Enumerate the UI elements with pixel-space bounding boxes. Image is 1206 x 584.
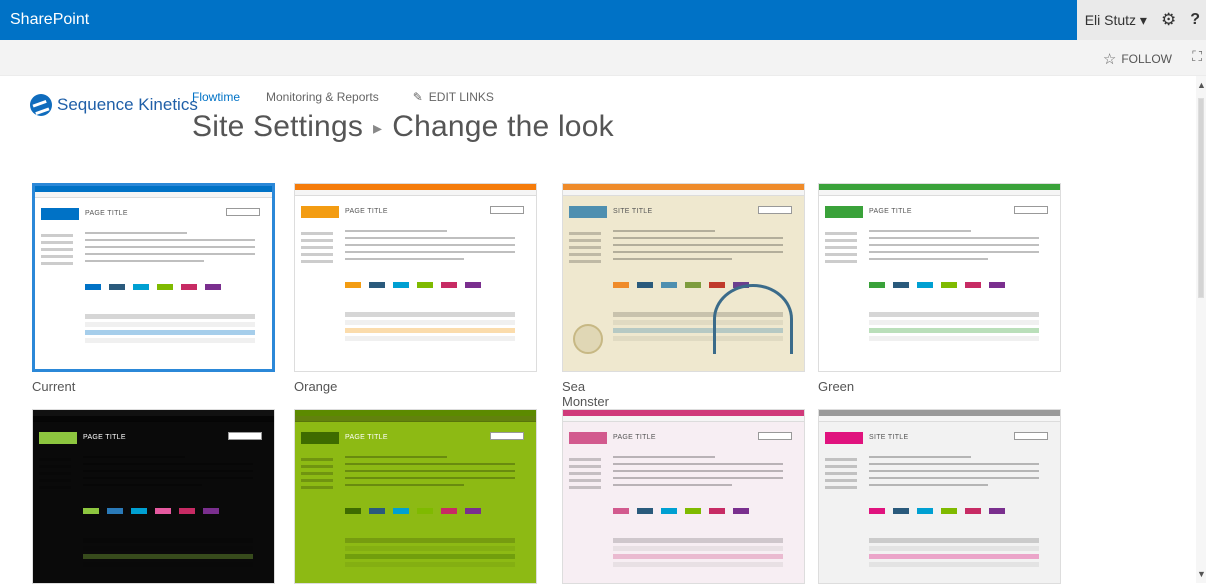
look-preview: SITE TITLE: [563, 184, 804, 371]
look-preview: PAGE TITLE: [35, 186, 272, 369]
suite-bar: SharePoint Eli Stutz ▾ ⚙ ?: [0, 0, 1206, 40]
look-name-label[interactable]: Orange: [294, 379, 337, 394]
preview-page-title: PAGE TITLE: [345, 434, 388, 441]
look-thumbnail[interactable]: PAGE TITLE: [562, 409, 805, 584]
preview-page-title: PAGE TITLE: [613, 434, 656, 441]
preview-page-title: SITE TITLE: [613, 208, 653, 215]
breadcrumb-current: Change the look: [392, 110, 614, 143]
look-preview: SITE TITLE: [819, 410, 1060, 583]
sequence-kinetics-logo-icon: [30, 94, 52, 116]
edit-links-button[interactable]: ✎ EDIT LINKS: [413, 90, 494, 104]
page-title: Site Settings ▸ Change the look: [192, 110, 614, 144]
look-preview: PAGE TITLE: [819, 184, 1060, 371]
preview-page-title: PAGE TITLE: [85, 210, 128, 217]
look-preview: PAGE TITLE: [295, 184, 536, 371]
scroll-up-icon[interactable]: ▲: [1197, 80, 1206, 90]
look-thumbnail[interactable]: SITE TITLE: [818, 409, 1061, 584]
look-name-label[interactable]: Green: [818, 379, 854, 394]
user-menu[interactable]: Eli Stutz ▾: [1085, 12, 1147, 29]
look-thumbnail[interactable]: PAGE TITLE: [32, 183, 275, 372]
look-thumbnail[interactable]: SITE TITLE: [562, 183, 805, 372]
look-preview: PAGE TITLE: [563, 410, 804, 583]
look-preview: PAGE TITLE: [33, 410, 274, 583]
preview-page-title: PAGE TITLE: [83, 434, 126, 441]
look-name-label[interactable]: Sea Monster: [562, 379, 609, 409]
help-icon[interactable]: ?: [1190, 11, 1200, 29]
focus-icon[interactable]: ⛶: [1192, 48, 1202, 65]
edit-links-label: EDIT LINKS: [428, 90, 494, 104]
scrollbar-thumb[interactable]: [1198, 98, 1204, 298]
look-thumbnail[interactable]: PAGE TITLE: [32, 409, 275, 584]
top-navigation: Flowtime Monitoring & Reports ✎ EDIT LIN…: [192, 90, 494, 104]
preview-page-title: PAGE TITLE: [869, 208, 912, 215]
site-logo[interactable]: Sequence Kinetics: [30, 94, 198, 116]
follow-button[interactable]: ☆ FOLLOW: [1103, 50, 1172, 68]
gear-icon[interactable]: ⚙: [1161, 10, 1176, 30]
site-logo-text: Sequence Kinetics: [57, 95, 198, 114]
preview-page-title: SITE TITLE: [869, 434, 909, 441]
look-thumbnail[interactable]: PAGE TITLE: [294, 409, 537, 584]
star-icon: ☆: [1102, 51, 1117, 68]
nav-link-monitoring-reports[interactable]: Monitoring & Reports: [266, 90, 379, 104]
ribbon-bar: ☆ FOLLOW ⛶: [0, 40, 1206, 76]
nav-link-flowtime[interactable]: Flowtime: [192, 90, 240, 104]
scroll-down-icon[interactable]: ▼: [1197, 569, 1206, 579]
look-preview: PAGE TITLE: [295, 410, 536, 583]
preview-page-title: PAGE TITLE: [345, 208, 388, 215]
look-name-label[interactable]: Current: [32, 379, 75, 394]
suite-bar-right: Eli Stutz ▾ ⚙ ?: [1076, 0, 1206, 40]
look-thumbnail[interactable]: PAGE TITLE: [294, 183, 537, 372]
pencil-icon: ✎: [412, 90, 423, 104]
vertical-scrollbar[interactable]: ▲ ▼: [1196, 76, 1206, 583]
sharepoint-brand[interactable]: SharePoint: [10, 11, 1077, 29]
look-thumbnail[interactable]: PAGE TITLE: [818, 183, 1061, 372]
breadcrumb-site-settings[interactable]: Site Settings: [192, 110, 363, 143]
breadcrumb-separator-icon: ▸: [373, 117, 383, 138]
follow-label: FOLLOW: [1121, 52, 1172, 66]
